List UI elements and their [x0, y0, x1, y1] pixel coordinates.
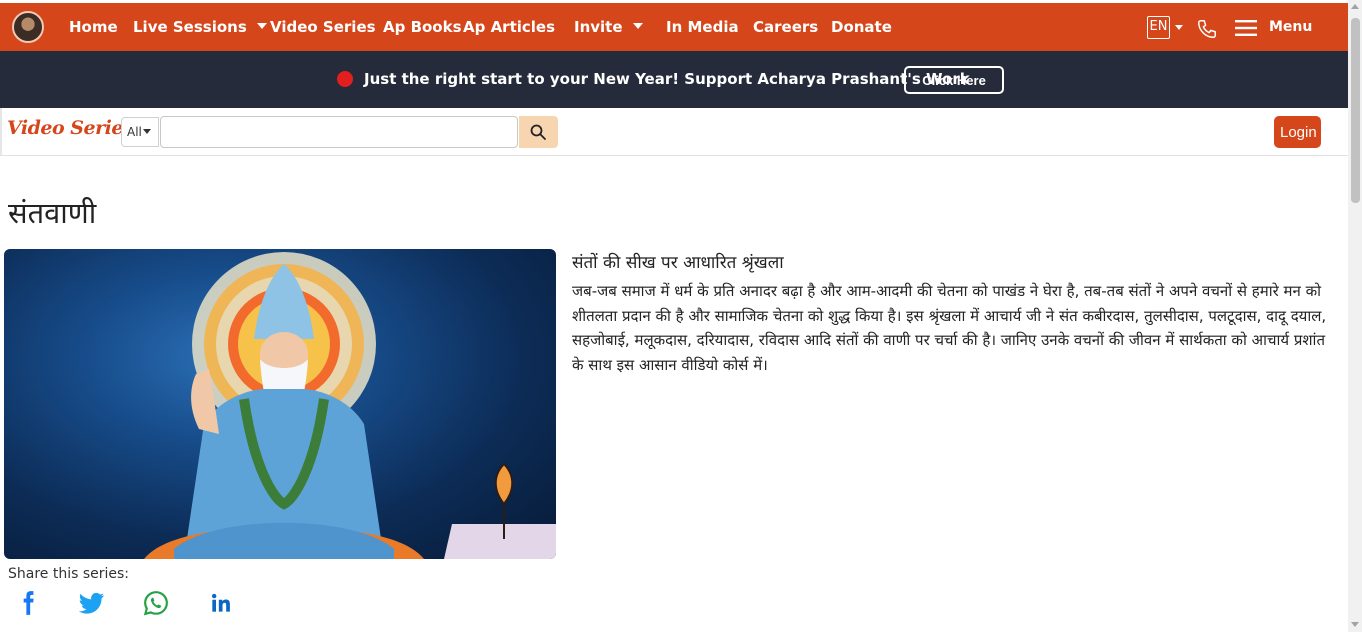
menu-label[interactable]: Menu: [1269, 3, 1312, 51]
nav-home[interactable]: Home: [69, 3, 118, 51]
page-title: संतवाणी: [8, 196, 97, 230]
nav-ap-books[interactable]: Ap Books: [383, 3, 462, 51]
scroll-down-arrow-icon[interactable]: [1351, 622, 1359, 627]
video-series-logo[interactable]: Video Series: [7, 117, 134, 139]
top-nav-bar: Home Live Sessions Video Series Ap Books…: [0, 3, 1348, 51]
series-description: जब-जब समाज में धर्म के प्रति अनादर बढ़ा …: [572, 282, 1327, 374]
whatsapp-icon[interactable]: [143, 590, 169, 616]
search-input[interactable]: [160, 116, 518, 148]
live-dot-icon: [337, 71, 353, 87]
series-cover-image[interactable]: [4, 249, 556, 559]
click-here-button[interactable]: Click Here: [904, 66, 1004, 94]
nav-in-media[interactable]: In Media: [666, 3, 739, 51]
nav-donate[interactable]: Donate: [831, 3, 892, 51]
nav-invite-label: Invite: [574, 18, 623, 36]
nav-live-sessions[interactable]: Live Sessions: [133, 3, 267, 51]
saint-illustration: [144, 252, 556, 559]
chevron-down-icon: [632, 22, 643, 29]
nav-ap-articles[interactable]: Ap Articles: [463, 3, 555, 51]
search-filter-select[interactable]: All: [121, 117, 159, 147]
nav-live-sessions-label: Live Sessions: [133, 18, 247, 36]
nav-video-series[interactable]: Video Series: [270, 3, 376, 51]
announcement-bar: Just the right start to your New Year! S…: [0, 51, 1348, 108]
search-row: Video Series All Login: [0, 108, 1348, 156]
chevron-down-icon: [1175, 25, 1183, 30]
facebook-icon[interactable]: [15, 590, 41, 616]
search-icon: [530, 124, 546, 140]
profile-avatar[interactable]: [12, 11, 44, 43]
scrollbar-thumb[interactable]: [1351, 18, 1360, 203]
scroll-up-arrow-icon[interactable]: [1351, 4, 1359, 9]
login-button[interactable]: Login: [1274, 116, 1321, 148]
hamburger-menu-icon[interactable]: [1235, 20, 1257, 36]
language-selector[interactable]: EN: [1147, 16, 1170, 39]
series-subtitle: संतों की सीख पर आधारित श्रृंखला: [572, 253, 784, 273]
nav-invite[interactable]: Invite: [574, 3, 643, 51]
linkedin-icon[interactable]: [208, 590, 234, 616]
chevron-down-icon: [143, 129, 151, 134]
chevron-down-icon: [256, 22, 267, 29]
search-button[interactable]: [519, 116, 558, 148]
phone-icon[interactable]: [1196, 18, 1218, 40]
nav-careers[interactable]: Careers: [753, 3, 818, 51]
share-label: Share this series:: [8, 566, 130, 582]
twitter-icon[interactable]: [79, 590, 105, 616]
announcement-text: Just the right start to your New Year! S…: [364, 70, 970, 88]
